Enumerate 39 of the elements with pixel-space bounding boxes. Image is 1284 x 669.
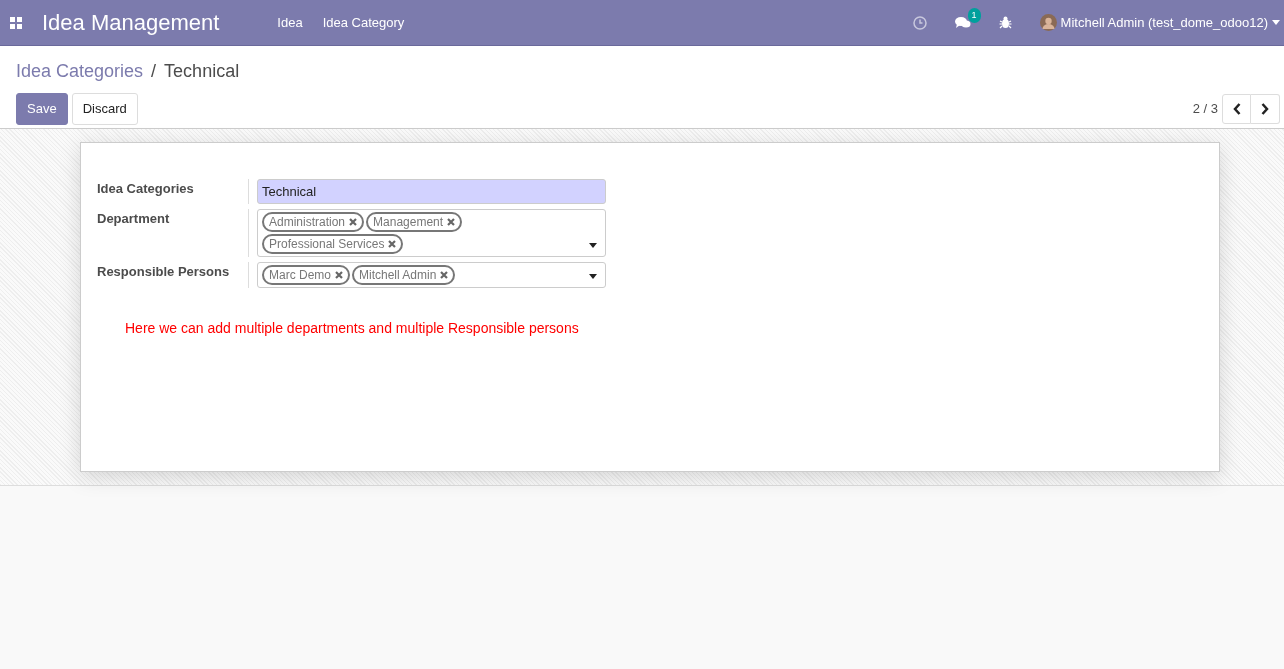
breadcrumb-separator: / <box>151 60 157 83</box>
remove-icon[interactable] <box>335 271 343 279</box>
tag-label: Mitchell Admin <box>359 267 437 283</box>
remove-icon[interactable] <box>388 240 397 248</box>
bug-icon[interactable] <box>998 16 1012 29</box>
dropdown-caret-icon[interactable] <box>589 243 597 248</box>
chevron-right-icon <box>1261 102 1269 115</box>
tags-field[interactable]: Marc Demo Mitchell Admin <box>257 262 606 288</box>
chat-icon[interactable] <box>954 15 971 30</box>
caret-icon[interactable] <box>1272 20 1280 25</box>
next-button[interactable] <box>1251 93 1280 124</box>
message-count-badge: 1 <box>967 7 981 23</box>
remove-icon[interactable] <box>349 218 358 226</box>
pager-counter: 2 / 3 <box>1192 100 1218 118</box>
tag-label: Marc Demo <box>269 267 331 283</box>
avatar-icon <box>1039 14 1057 31</box>
tag-label: Professional Services <box>269 236 385 252</box>
tags-field[interactable]: Administration Management Professional Services <box>257 209 606 257</box>
remove-icon[interactable] <box>447 218 456 226</box>
breadcrumb-link[interactable]: Idea Categories <box>16 58 144 85</box>
menu-item[interactable]: Idea Category <box>312 12 415 33</box>
previous-button[interactable] <box>1222 93 1251 124</box>
name-input[interactable]: Technical <box>257 179 606 204</box>
apps-menu-icon[interactable] <box>10 16 22 29</box>
remove-icon[interactable] <box>440 271 449 279</box>
tag-label: Administration <box>269 214 346 230</box>
breadcrumb-current: Technical <box>164 60 240 83</box>
field-label: Department <box>97 210 171 228</box>
chevron-left-icon <box>1232 102 1241 115</box>
discard-button[interactable]: Discard <box>71 93 138 125</box>
field-label: Responsible Persons <box>97 263 231 281</box>
dropdown-caret-icon[interactable] <box>589 274 597 279</box>
app-title: Idea Management <box>42 9 220 37</box>
tag-label: Management <box>373 214 444 230</box>
save-button[interactable]: Save <box>16 93 68 125</box>
user-menu[interactable]: Mitchell Admin (test_dome_odoo12) <box>1060 12 1268 33</box>
field-label: Idea Categories <box>97 180 195 198</box>
menu-item[interactable]: Idea <box>267 12 313 33</box>
note-text: Here we can add multiple departments and multiple Responsible persons <box>125 319 580 338</box>
